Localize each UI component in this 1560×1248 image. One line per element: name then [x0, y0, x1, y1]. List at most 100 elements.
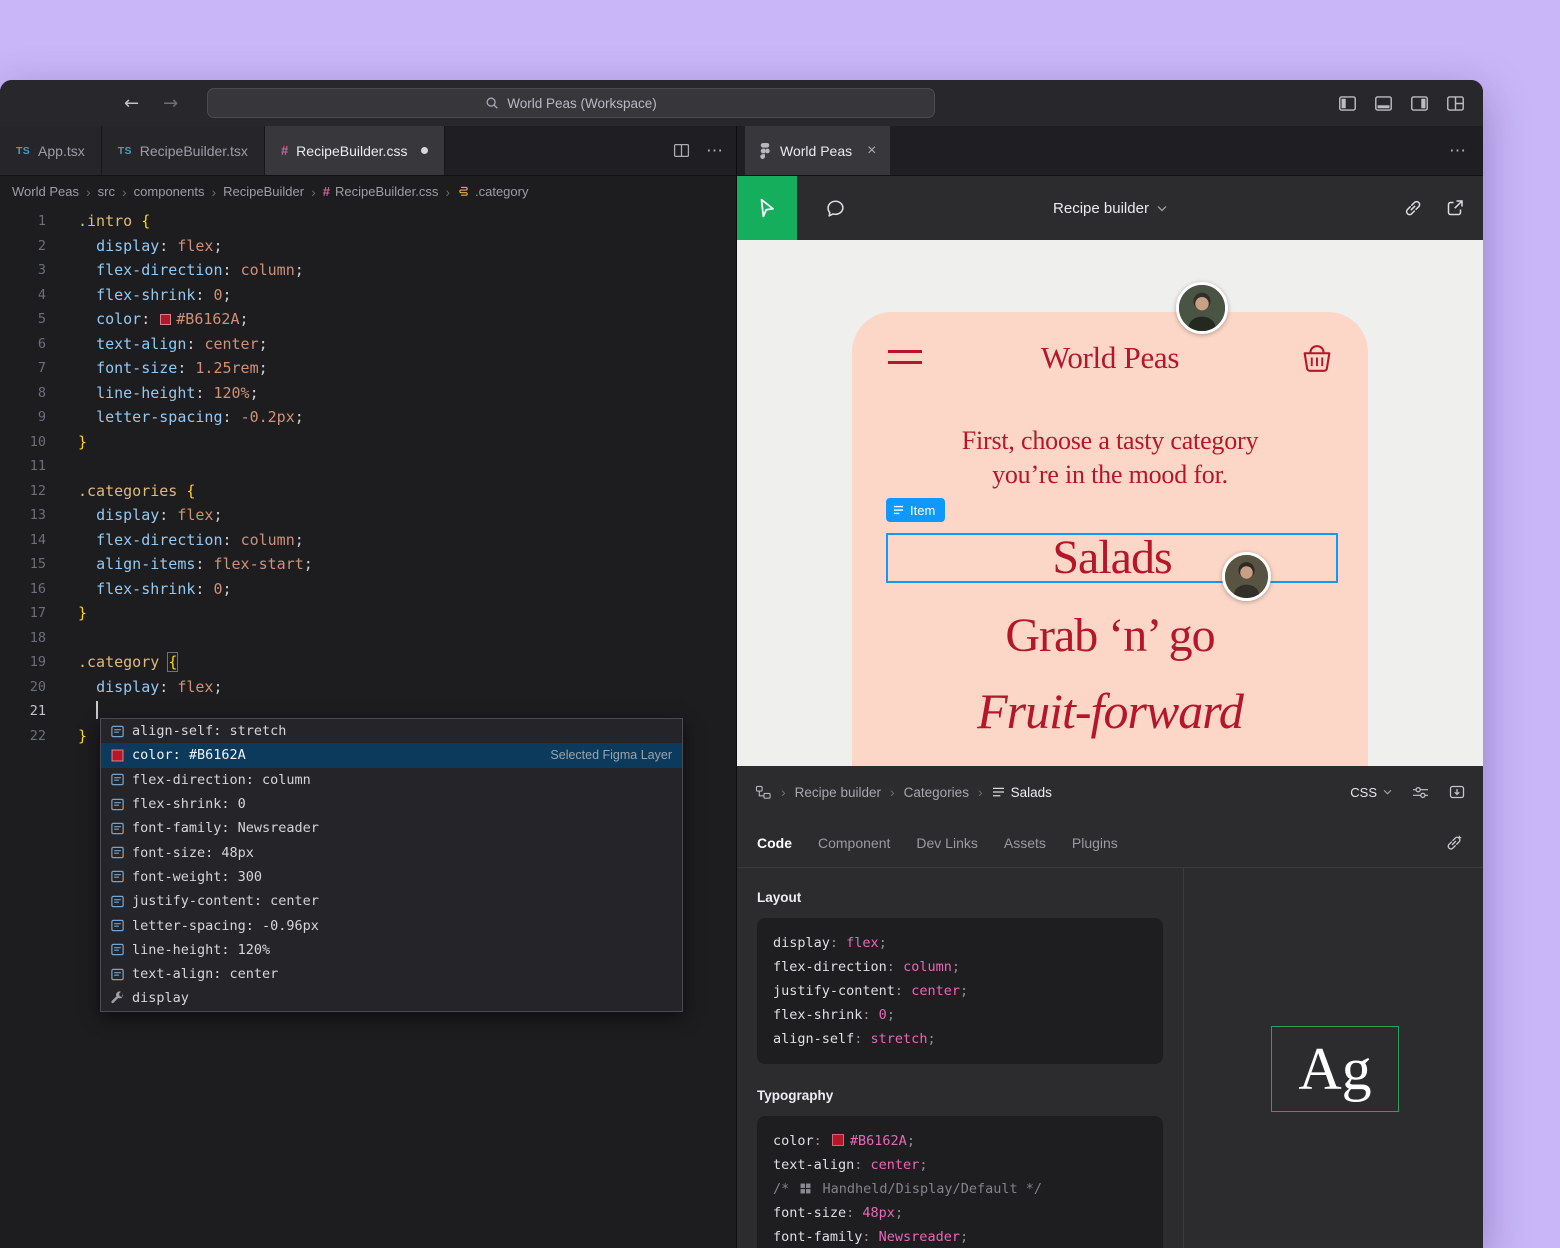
settings-sliders-icon[interactable]	[1412, 785, 1429, 800]
forward-button[interactable]: →	[163, 93, 178, 114]
code-line[interactable]: 1.intro {	[0, 209, 736, 234]
add-link-icon[interactable]	[1445, 834, 1463, 852]
suggest-item[interactable]: font-family: Newsreader	[101, 816, 682, 840]
code-line[interactable]: 4 flex-shrink: 0;	[0, 283, 736, 308]
css-file-icon: #	[281, 143, 288, 158]
category-grab-n-go[interactable]: Grab ‘n’ go	[852, 608, 1368, 663]
tab-code[interactable]: Code	[757, 835, 792, 851]
select-tool-button[interactable]	[737, 176, 797, 240]
intro-text[interactable]: First, choose a tasty category you’re in…	[872, 424, 1348, 492]
code-line[interactable]: 16 flex-shrink: 0;	[0, 577, 736, 602]
figma-more-actions-icon[interactable]: ⋯	[1449, 141, 1467, 161]
code-line[interactable]: 19.category {	[0, 650, 736, 675]
breadcrumb-item[interactable]: components	[134, 184, 205, 199]
text-layer-icon	[992, 787, 1005, 798]
category-fruit-forward[interactable]: Fruit-forward	[852, 682, 1368, 740]
collaborator-avatar[interactable]	[1176, 282, 1228, 334]
suggest-item[interactable]: flex-shrink: 0	[101, 792, 682, 816]
snippet-icon	[109, 918, 125, 934]
code-line[interactable]: 7 font-size: 1.25rem;	[0, 356, 736, 381]
breadcrumb-item[interactable]: src	[98, 184, 115, 199]
code-line[interactable]: 3 flex-direction: column;	[0, 258, 736, 283]
suggest-item[interactable]: line-height: 120%	[101, 938, 682, 962]
tab-app-tsx[interactable]: TS App.tsx	[0, 126, 102, 175]
tab-plugins[interactable]: Plugins	[1072, 835, 1118, 851]
collaborator-avatar[interactable]	[1222, 552, 1271, 601]
suggest-item[interactable]: color: #B6162ASelected Figma Layer	[101, 743, 682, 767]
command-center[interactable]: World Peas (Workspace)	[207, 88, 935, 118]
line-number: 5	[0, 307, 46, 332]
toggle-panel-icon[interactable]	[1374, 94, 1393, 113]
comment-bubble-icon	[825, 198, 846, 219]
line-number: 12	[0, 479, 46, 504]
text-lines-icon	[893, 505, 904, 515]
line-number: 9	[0, 405, 46, 430]
toggle-sidebar-icon[interactable]	[1338, 94, 1357, 113]
breadcrumb-file[interactable]: # RecipeBuilder.css	[323, 184, 439, 199]
code-line[interactable]: 17}	[0, 601, 736, 626]
export-box-icon[interactable]	[1449, 784, 1465, 800]
code-editor[interactable]: 1.intro {2 display: flex;3 flex-directio…	[0, 207, 736, 1248]
editor-more-actions-icon[interactable]: ⋯	[706, 141, 724, 161]
close-icon[interactable]: ×	[867, 142, 876, 160]
figma-page-title[interactable]: Recipe builder	[1053, 200, 1149, 217]
line-number: 18	[0, 626, 46, 651]
snippet-icon	[109, 845, 125, 861]
breadcrumb-symbol[interactable]: .category	[457, 184, 528, 199]
comment-tool-button[interactable]	[825, 198, 846, 219]
code-line[interactable]: 13 display: flex;	[0, 503, 736, 528]
suggest-item[interactable]: letter-spacing: -0.96px	[101, 913, 682, 937]
breadcrumb-item[interactable]: RecipeBuilder	[223, 184, 304, 199]
inspect-crumb-recipe-builder[interactable]: Recipe builder	[795, 785, 881, 800]
titlebar: ← → World Peas (Workspace)	[0, 80, 1483, 126]
brand-title[interactable]: World Peas	[852, 340, 1368, 376]
tab-recipebuilder-css[interactable]: # RecipeBuilder.css	[265, 126, 446, 175]
code-line[interactable]: 10}	[0, 430, 736, 455]
line-number: 15	[0, 552, 46, 577]
code-line[interactable]: 14 flex-direction: column;	[0, 528, 736, 553]
design-frame-recipe-builder[interactable]: World Peas First, choose a tasty categor…	[852, 312, 1368, 766]
category-salads[interactable]: Salads	[1052, 534, 1171, 582]
code-line[interactable]: 12.categories {	[0, 479, 736, 504]
suggest-item[interactable]: text-align: center	[101, 962, 682, 986]
code-line[interactable]: 2 display: flex;	[0, 234, 736, 259]
back-button[interactable]: ←	[124, 93, 139, 114]
suggest-item[interactable]: align-self: stretch	[101, 719, 682, 743]
toggle-secondary-sidebar-icon[interactable]	[1410, 94, 1429, 113]
inspect-crumb-salads[interactable]: Salads	[992, 785, 1052, 800]
tab-dev-links[interactable]: Dev Links	[916, 835, 977, 851]
selected-layer-badge[interactable]: Item	[886, 498, 945, 522]
code-line[interactable]: 9 letter-spacing: -0.2px;	[0, 405, 736, 430]
split-editor-icon[interactable]	[673, 142, 690, 159]
typescript-file-icon: TS	[16, 145, 30, 157]
suggest-item[interactable]: display	[101, 986, 682, 1010]
open-external-icon[interactable]	[1445, 198, 1465, 218]
code-line[interactable]: 5 color: #B6162A;	[0, 307, 736, 332]
typography-css-block[interactable]: color: #B6162A;text-align: center;/* Han…	[757, 1116, 1163, 1248]
modified-indicator	[421, 147, 428, 154]
editor-layout-icon[interactable]	[1446, 94, 1465, 113]
suggest-item[interactable]: justify-content: center	[101, 889, 682, 913]
basket-icon[interactable]	[1298, 340, 1336, 381]
inspect-crumb-categories[interactable]: Categories	[904, 785, 969, 800]
code-line[interactable]: 18	[0, 626, 736, 651]
figma-canvas[interactable]: World Peas First, choose a tasty categor…	[737, 240, 1483, 766]
copy-link-icon[interactable]	[1403, 198, 1423, 218]
code-line[interactable]: 6 text-align: center;	[0, 332, 736, 357]
layers-tree-icon[interactable]	[755, 785, 772, 800]
code-line[interactable]: 15 align-items: flex-start;	[0, 552, 736, 577]
language-selector[interactable]: CSS	[1350, 785, 1392, 800]
tab-assets[interactable]: Assets	[1004, 835, 1046, 851]
code-line[interactable]: 8 line-height: 120%;	[0, 381, 736, 406]
breadcrumb-item[interactable]: World Peas	[12, 184, 79, 199]
code-line[interactable]: 11	[0, 454, 736, 479]
layout-css-block[interactable]: display: flex;flex-direction: column;jus…	[757, 918, 1163, 1064]
chevron-down-icon[interactable]	[1157, 205, 1167, 212]
tab-recipebuilder-tsx[interactable]: TS RecipeBuilder.tsx	[102, 126, 265, 175]
code-line[interactable]: 20 display: flex;	[0, 675, 736, 700]
figma-file-tab[interactable]: World Peas ×	[745, 126, 890, 175]
suggest-item[interactable]: flex-direction: column	[101, 768, 682, 792]
suggest-item[interactable]: font-weight: 300	[101, 865, 682, 889]
suggest-item[interactable]: font-size: 48px	[101, 840, 682, 864]
tab-component[interactable]: Component	[818, 835, 890, 851]
